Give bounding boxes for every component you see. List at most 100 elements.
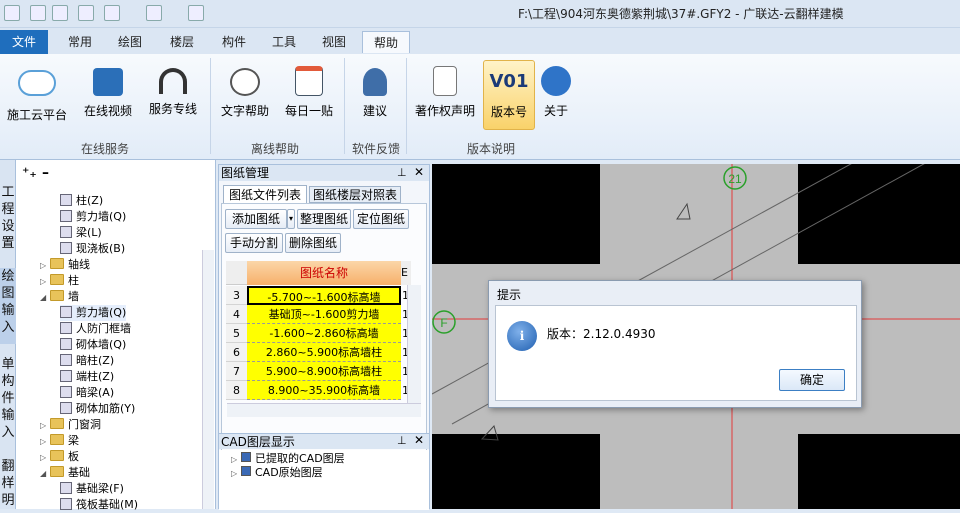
add-drawing-button[interactable]: 添加图纸	[225, 209, 287, 229]
nav-project-settings[interactable]: 工程设置	[0, 184, 16, 256]
organize-drawing-button[interactable]: 整理图纸	[297, 209, 351, 229]
masonry-rebar-icon	[60, 402, 72, 414]
void-area	[798, 434, 960, 509]
drawing-name-cell[interactable]: 基础顶~-1.600剪力墙	[247, 305, 401, 324]
hidden-column-icon	[60, 354, 72, 366]
axis-label: F	[440, 316, 447, 330]
tree-item[interactable]: 暗梁(A)	[60, 385, 114, 401]
save-icon[interactable]	[78, 5, 94, 21]
version-button[interactable]: V01 版本号	[483, 60, 535, 130]
cloud-platform-label: 施工云平台	[6, 108, 67, 122]
table-scrollbar-vertical[interactable]	[407, 285, 421, 403]
pin-icon[interactable]: ⊥	[397, 166, 407, 179]
tree-item[interactable]: 梁(L)	[60, 225, 102, 241]
tree-item[interactable]: 人防门框墙	[60, 321, 131, 337]
drawing-name-cell-selected[interactable]: -5.700~-1.600标高墙	[247, 286, 401, 305]
tree-item[interactable]: 筏板基础(M)	[60, 497, 138, 513]
tree-scrollbar[interactable]	[202, 250, 214, 509]
tree-item[interactable]: 基础梁(F)	[60, 481, 124, 497]
tab-draw[interactable]: 绘图	[108, 31, 152, 53]
locate-drawing-button[interactable]: 定位图纸	[353, 209, 409, 229]
expand-all-icon[interactable]: ⁺₊	[22, 165, 37, 181]
about-button[interactable]: 关于	[538, 60, 574, 130]
drawing-name-cell[interactable]: 8.900~35.900标高墙	[247, 381, 401, 400]
manual-split-button[interactable]: 手动分割	[225, 233, 283, 253]
nav-single-component[interactable]: 单构件输入	[0, 356, 16, 446]
redo-icon[interactable]	[146, 5, 162, 21]
group-feedback: 软件反馈	[351, 142, 400, 156]
info-icon: i	[507, 321, 537, 351]
folder-icon	[50, 274, 64, 285]
tab-help[interactable]: 帮助	[362, 31, 410, 53]
tab-drawing-files[interactable]: 图纸文件列表	[223, 185, 307, 203]
drawing-name-cell[interactable]: -1.600~2.860标高墙	[247, 324, 401, 343]
tree-folder[interactable]: ◢ 墙	[40, 289, 79, 305]
tab-floor[interactable]: 楼层	[160, 31, 204, 53]
daily-tip-button[interactable]: 每日一贴	[280, 60, 338, 130]
pin-icon[interactable]: ⊥	[397, 434, 407, 447]
online-video-button[interactable]: 在线视频	[80, 60, 136, 130]
void-area	[798, 164, 960, 264]
tree-folder[interactable]: ▷ 梁	[40, 433, 79, 449]
tree-folder[interactable]: ◢ 基础	[40, 465, 90, 481]
open-folder-icon[interactable]	[52, 5, 68, 21]
tree-folder[interactable]: ▷ 门窗洞	[40, 417, 101, 433]
tab-floor-mapping[interactable]: 图纸楼层对照表	[309, 186, 401, 203]
chevron-down-icon[interactable]: ▾	[287, 209, 295, 229]
drawing-manager-panel: 图纸管理 ⊥ ✕ 图纸文件列表 图纸楼层对照表 添加图纸 ▾ 整理图纸 定位图纸…	[218, 164, 430, 510]
undo-icon[interactable]	[104, 5, 120, 21]
info-icon	[541, 66, 571, 96]
daily-tip-label: 每日一贴	[284, 104, 333, 118]
collapse-all-icon[interactable]: –	[42, 165, 49, 181]
shear-wall-icon	[60, 210, 72, 222]
shear-wall-icon	[60, 306, 72, 318]
info-dialog: 提示 i 版本：2.12.0.4930 确定	[488, 280, 862, 408]
close-icon[interactable]: ✕	[414, 433, 424, 447]
tree-item[interactable]: 砌体墙(Q)	[60, 337, 126, 353]
layer-checkbox[interactable]	[241, 466, 251, 476]
ribbon-separator	[344, 58, 345, 154]
tab-tools[interactable]: 工具	[262, 31, 306, 53]
tree-folder[interactable]: ▷ 轴线	[40, 257, 90, 273]
layer-checkbox[interactable]	[241, 452, 251, 462]
copyright-button[interactable]: 著作权声明	[412, 60, 478, 130]
row-header-corner	[226, 261, 247, 285]
service-line-button[interactable]: 服务专线	[144, 60, 202, 130]
tree-item[interactable]: 砌体加筋(Y)	[60, 401, 135, 417]
text-help-button[interactable]: 文字帮助	[216, 60, 274, 130]
folder-open-icon	[50, 466, 64, 477]
tab-component[interactable]: 构件	[212, 31, 256, 53]
tree-item[interactable]: 暗柱(Z)	[60, 353, 114, 369]
delete-drawing-button[interactable]: 删除图纸	[285, 233, 341, 253]
tree-item[interactable]: 端柱(Z)	[60, 369, 114, 385]
tab-view[interactable]: 视图	[312, 31, 356, 53]
cad-layer-item[interactable]: ▷ CAD原始图层	[231, 465, 323, 481]
refresh-icon[interactable]	[188, 5, 204, 21]
tree-folder[interactable]: ▷ 柱	[40, 273, 79, 289]
tab-common[interactable]: 常用	[58, 31, 102, 53]
cloud-platform-button[interactable]: 施工云平台	[4, 60, 70, 130]
tree-item[interactable]: 剪力墙(Q)	[60, 209, 126, 225]
suggest-button[interactable]: 建议	[350, 60, 400, 130]
tree-item-selected[interactable]: 剪力墙(Q)	[60, 305, 127, 321]
tree-item[interactable]: 现浇板(B)	[60, 241, 125, 257]
drawing-name-cell[interactable]: 5.900~8.900标高墙柱	[247, 362, 401, 381]
online-video-label: 在线视频	[83, 104, 132, 118]
tree-item[interactable]: 柱(Z)	[60, 193, 103, 209]
group-online-service: 在线服务	[80, 142, 129, 156]
row-number: 6	[226, 343, 247, 362]
row-number: 5	[226, 324, 247, 343]
table-scrollbar-horizontal[interactable]	[227, 403, 421, 417]
window-title: F:\工程\904河东奥德紫荆城\37#.GFY2 - 广联达-云翻样建模	[518, 7, 844, 21]
nav-drawing-input[interactable]: 绘图输入	[0, 268, 16, 344]
new-file-icon[interactable]	[30, 5, 46, 21]
ok-button[interactable]: 确定	[779, 369, 845, 391]
tree-folder[interactable]: ▷ 板	[40, 449, 79, 465]
column-header-drawing-name[interactable]: 图纸名称	[247, 261, 401, 285]
tab-file[interactable]: 文件	[0, 30, 48, 54]
nav-rebar-detail[interactable]: 翻样明	[0, 458, 16, 508]
folder-icon	[50, 450, 64, 461]
close-icon[interactable]: ✕	[414, 165, 424, 179]
drawing-name-cell[interactable]: 2.860~5.900标高墙柱	[247, 343, 401, 362]
folder-icon	[50, 434, 64, 445]
